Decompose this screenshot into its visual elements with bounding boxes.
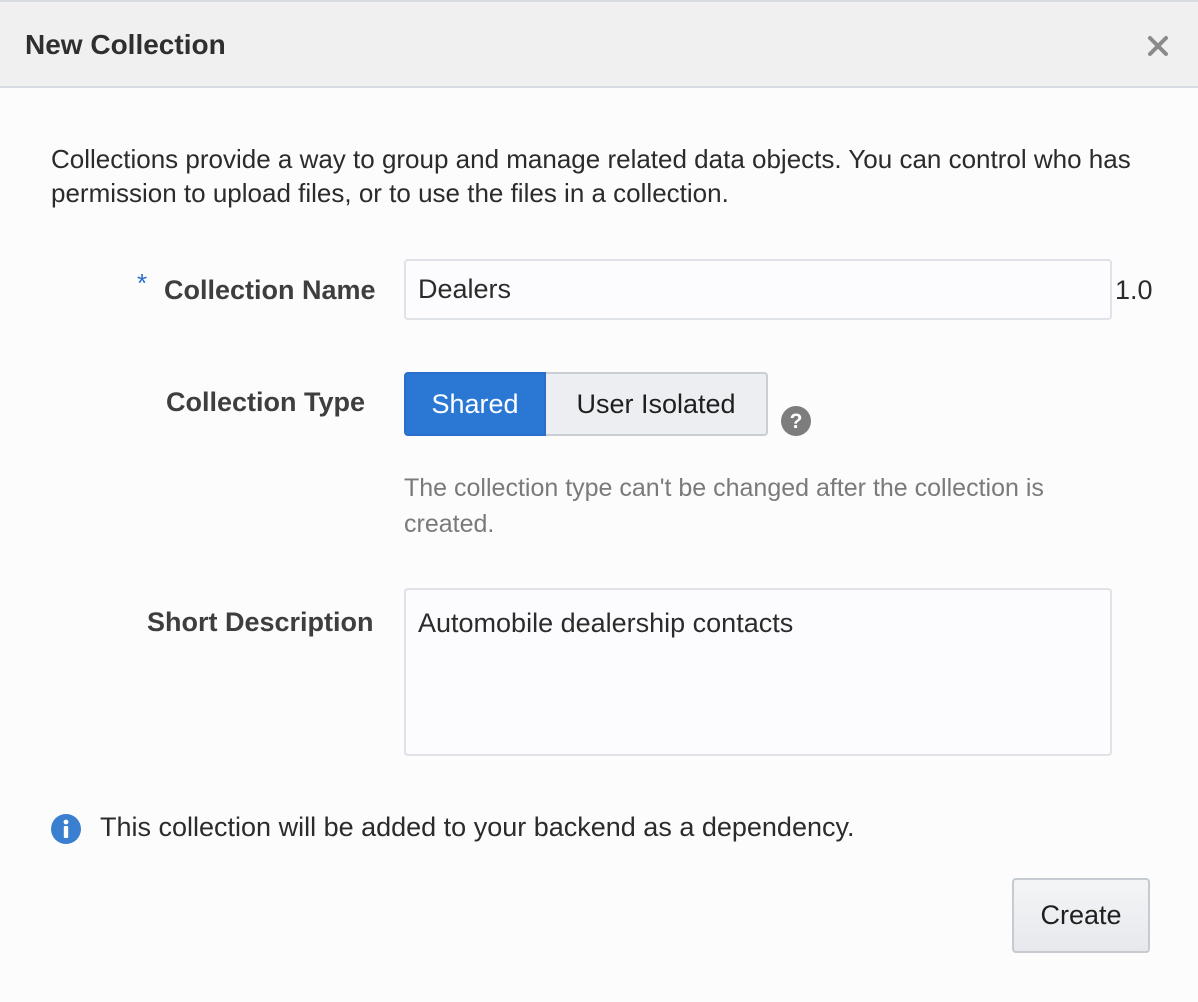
create-button[interactable]: Create [1012,878,1150,953]
info-circle-icon [50,813,82,845]
collection-name-label: Collection Name [164,275,376,305]
close-icon[interactable] [1140,28,1176,64]
short-description-label: Short Description [147,607,374,637]
collection-type-label: Collection Type [166,387,366,417]
dialog-title: New Collection [25,29,226,60]
svg-text:?: ? [790,410,803,433]
intro-text: Collections provide a way to group and m… [51,144,1131,208]
user-isolated-option-button[interactable]: User Isolated [546,372,768,436]
collection-type-toggle: Shared User Isolated [404,372,768,436]
short-description-textarea[interactable]: Automobile dealership contacts [404,588,1112,756]
new-collection-dialog: New Collection Collections provide a way… [0,0,1198,1002]
dependency-info-text: This collection will be added to your ba… [100,812,855,842]
required-marker: * [137,268,148,298]
collection-name-input[interactable] [404,259,1112,320]
dialog-header: New Collection [0,2,1198,88]
question-circle-icon[interactable]: ? [780,405,812,437]
shared-option-button[interactable]: Shared [404,372,546,436]
collection-type-note: The collection type can't be changed aft… [404,474,1044,538]
version-label: 1.0 [1115,275,1153,305]
